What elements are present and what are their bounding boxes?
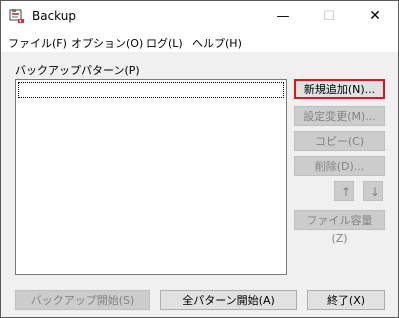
start-backup-button[interactable]: バックアップ開始(S) (15, 290, 150, 310)
menu-bar: ファイル(F) オプション(O) ログ(L) ヘルプ(H) (1, 32, 398, 53)
edit-pattern-button[interactable]: 設定変更(M)... (294, 106, 385, 126)
move-down-button[interactable]: ↓ (363, 181, 383, 201)
menu-option[interactable]: オプション(O) (71, 35, 143, 51)
backup-window: Backup — ☐ ✕ ファイル(F) オプション(O) ログ(L) ヘルプ(… (0, 0, 399, 318)
menu-help[interactable]: ヘルプ(H) (192, 35, 242, 51)
minimize-icon: — (276, 9, 290, 24)
window-title: Backup (32, 9, 76, 23)
new-pattern-button[interactable]: 新規追加(N)... (294, 79, 385, 99)
maximize-icon: ☐ (323, 9, 335, 24)
menu-log[interactable]: ログ(L) (146, 35, 183, 51)
pattern-listbox[interactable] (15, 79, 287, 275)
menu-file[interactable]: ファイル(F) (8, 35, 67, 51)
maximize-button[interactable]: ☐ (306, 1, 352, 32)
exit-button[interactable]: 終了(X) (307, 290, 385, 310)
title-bar: Backup — ☐ ✕ (1, 1, 398, 32)
arrow-up-icon: ↑ (341, 185, 352, 199)
move-up-button[interactable]: ↑ (334, 181, 354, 201)
copy-pattern-button[interactable]: コピー(C) (294, 131, 385, 151)
list-focus-row[interactable] (18, 82, 284, 98)
close-icon: ✕ (369, 8, 381, 24)
minimize-button[interactable]: — (260, 1, 306, 32)
arrow-down-icon: ↓ (370, 185, 381, 199)
pattern-list-label: バックアップパターン(P) (15, 64, 140, 77)
delete-pattern-button[interactable]: 削除(D)... (294, 156, 385, 176)
close-button[interactable]: ✕ (352, 1, 398, 32)
backup-app-icon (9, 9, 24, 23)
start-all-patterns-button[interactable]: 全パターン開始(A) (160, 290, 297, 310)
file-size-button[interactable]: ファイル容量(Z) (294, 210, 385, 245)
